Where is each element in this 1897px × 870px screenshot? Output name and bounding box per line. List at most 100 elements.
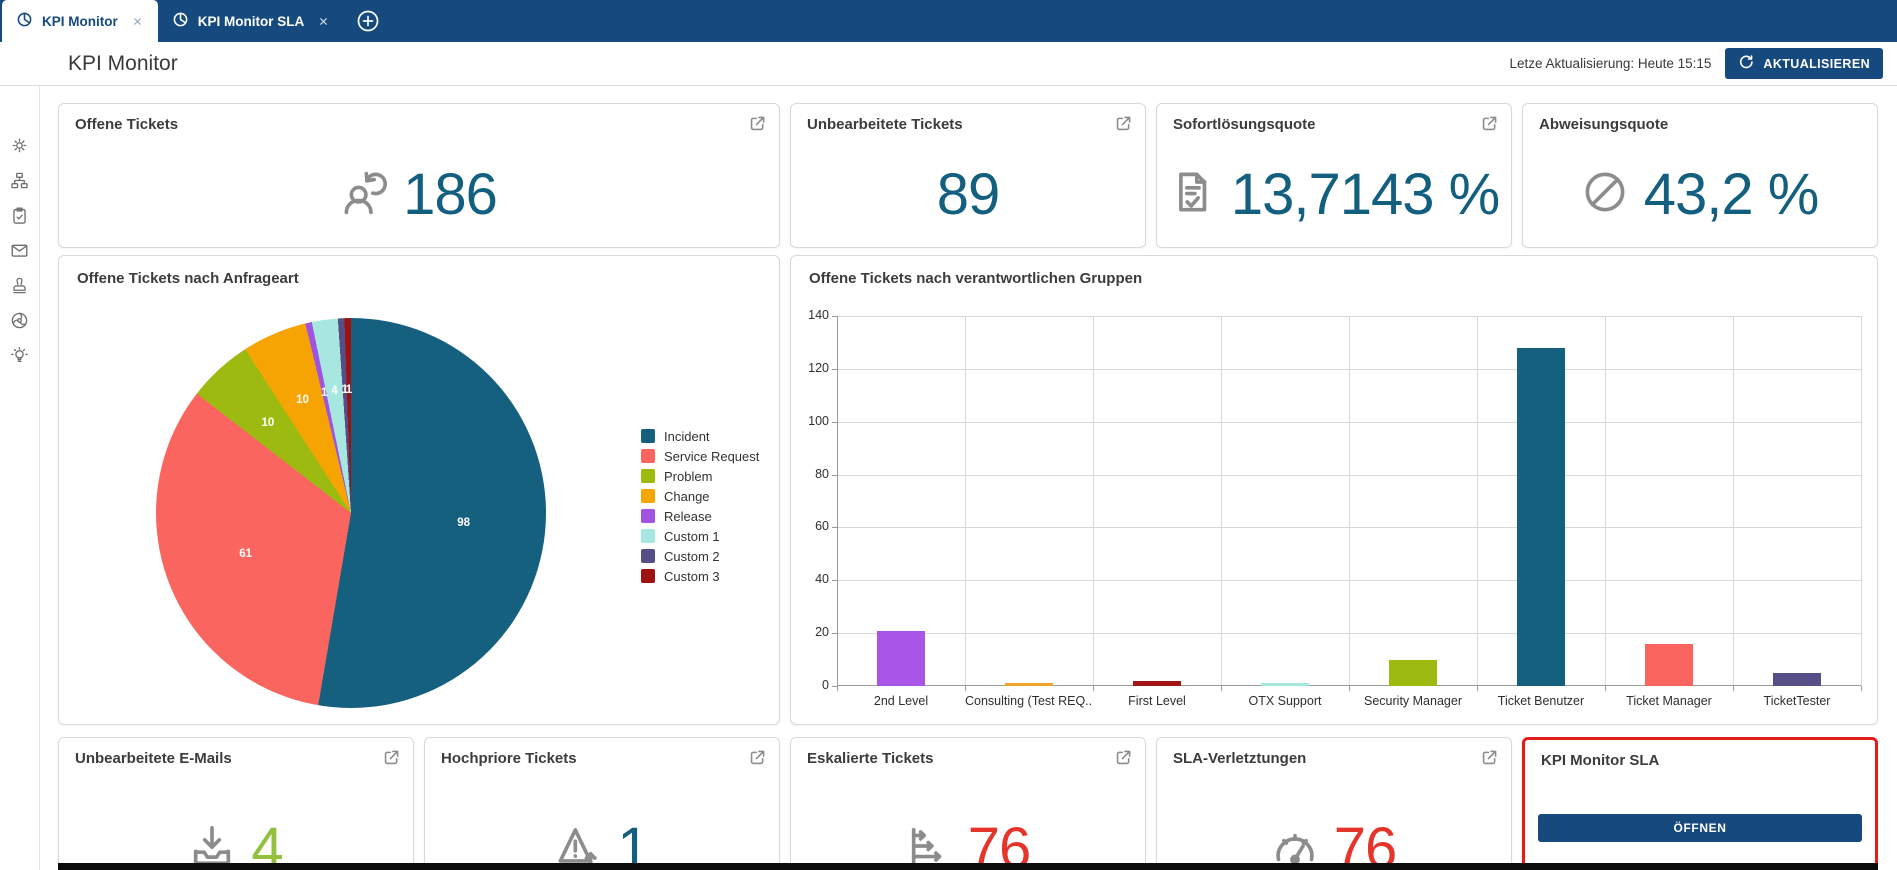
legend-label: Release (664, 508, 712, 524)
legend-swatch (641, 429, 655, 443)
tab-kpi-monitor[interactable]: KPI Monitor (2, 0, 158, 42)
card-title: Hochpriore Tickets (441, 750, 577, 767)
document-check-icon (1169, 169, 1215, 220)
x-axis-label: Ticket Manager (1626, 694, 1712, 708)
legend-label: Custom 1 (664, 528, 720, 544)
legend-item: Problem (641, 468, 759, 484)
add-tab-button[interactable] (356, 9, 380, 33)
settings-icon (12, 138, 27, 152)
bar-2nd-level[interactable] (877, 630, 925, 686)
gridline (1093, 316, 1094, 686)
sidebar-item-settings[interactable] (9, 136, 31, 154)
card-title: Sofortlösungsquote (1173, 116, 1316, 133)
legend-swatch (641, 509, 655, 523)
external-link-icon (1116, 116, 1131, 131)
external-link-button[interactable] (748, 748, 767, 770)
card-title: Offene Tickets (75, 116, 179, 133)
legend-item: Custom 3 (641, 569, 759, 584)
close-icon (320, 17, 328, 25)
gridline (1477, 316, 1478, 686)
close-tab-icon[interactable] (131, 15, 144, 28)
kpi-value-row: 76 (1157, 784, 1511, 870)
bar-chart-card: Offene Tickets nach verantwortlichen Gru… (790, 255, 1878, 725)
close-tab-icon[interactable] (317, 15, 330, 28)
external-link-icon (384, 750, 399, 765)
y-axis-label: 80 (815, 466, 829, 481)
bar-ticket-benutzer[interactable] (1517, 347, 1565, 686)
sidebar-item-mail[interactable] (9, 241, 31, 259)
sidebar-item-lightbulb[interactable] (9, 346, 31, 364)
axis-tick (1093, 686, 1094, 691)
tab-kpi-monitor-sla[interactable]: KPI Monitor SLA (158, 0, 345, 42)
kpi-value-row: 76 (791, 784, 1145, 870)
plus-icon (357, 10, 379, 32)
legend-label: Service Request (664, 448, 760, 464)
sidebar-item-stamp[interactable] (9, 276, 31, 294)
pie[interactable] (156, 318, 546, 708)
x-axis-label: First Level (1128, 694, 1186, 708)
person-refresh-icon (341, 169, 388, 220)
external-link-button[interactable] (748, 114, 767, 136)
kpi-card-sla-verletztungen: SLA-Verletztungen 76 (1156, 737, 1512, 870)
external-link-icon (1116, 750, 1131, 765)
refresh-button[interactable]: AKTUALISIEREN (1725, 48, 1883, 79)
bar-otx-support[interactable] (1261, 683, 1309, 686)
refresh-icon (1738, 54, 1754, 73)
kpi-value-row: 4 (59, 784, 413, 870)
mail-icon (11, 244, 28, 257)
bar-tickettester[interactable] (1773, 672, 1821, 686)
legend-item: Incident (641, 429, 759, 444)
tab-bar: KPI Monitor KPI Monitor SLA (0, 0, 1897, 42)
lightbulb-icon (11, 346, 28, 362)
tab-label: KPI Monitor SLA (197, 13, 305, 29)
legend-label: Problem (664, 468, 713, 484)
axis-tick (1477, 686, 1478, 691)
gridline (1349, 316, 1350, 686)
axis-tick (1861, 686, 1862, 691)
pie-legend: Incident Service Request Problem Change Rele… (641, 429, 759, 589)
x-axis (837, 685, 1861, 686)
axis-tick (1349, 686, 1350, 691)
bar-security-manager[interactable] (1389, 659, 1437, 686)
close-icon (133, 17, 141, 25)
legend-item: Change (641, 488, 759, 504)
external-link-button[interactable] (1480, 748, 1499, 770)
gridline (1605, 316, 1606, 686)
card-title: Unbearbeitete Tickets (807, 116, 963, 133)
external-link-button[interactable] (382, 748, 401, 770)
bar-first-level[interactable] (1133, 680, 1181, 686)
sidebar-item-turbine[interactable] (9, 311, 31, 329)
external-link-button[interactable] (1480, 114, 1499, 136)
y-axis-label: 60 (815, 519, 829, 534)
document-check-icon (1178, 172, 1207, 212)
sidebar-item-sitemap[interactable] (9, 171, 31, 189)
axis-tick (1221, 686, 1222, 691)
external-link-button[interactable] (1114, 114, 1133, 136)
kpi-card-hochpriore-tickets: Hochpriore Tickets 1 (424, 737, 780, 870)
stamp-icon (13, 277, 26, 293)
last-update-text: Letze Aktualisierung: Heute 15:15 (1509, 56, 1712, 71)
kpi-monitor-tab-icon (16, 11, 33, 31)
refresh-icon (1740, 55, 1754, 69)
bar-consulting-test-req-[interactable] (1005, 683, 1053, 686)
bar-ticket-manager[interactable] (1645, 643, 1693, 686)
open-button[interactable]: ÖFFNEN (1538, 814, 1862, 842)
y-axis-label: 0 (822, 678, 829, 692)
legend-item: Custom 2 (641, 549, 759, 564)
pie-chart-card: Offene Tickets nach Anfrageart 98 61 10 10 1 4… (58, 255, 780, 725)
kpi-value-row: 43,2 % (1523, 150, 1877, 239)
sidebar-item-clipboard-check[interactable] (9, 206, 31, 224)
legend-swatch (641, 529, 655, 543)
kpi-value-row: 1 (425, 784, 779, 870)
legend-item: Release (641, 508, 759, 524)
person-refresh-icon (344, 171, 388, 215)
external-link-icon (750, 750, 765, 765)
legend-swatch (641, 569, 655, 583)
pie-chart[interactable]: 98 61 10 10 1 4 1 1 (156, 318, 546, 708)
external-link-button[interactable] (1114, 748, 1133, 770)
kpi-value: 186 (403, 161, 498, 227)
card-title: Abweisungsquote (1539, 116, 1669, 133)
kpi-card-unbearbeitete-tickets: Unbearbeitete Tickets 89 (790, 103, 1146, 248)
legend-label: Change (664, 488, 710, 504)
kpi-value: 89 (936, 161, 1001, 227)
